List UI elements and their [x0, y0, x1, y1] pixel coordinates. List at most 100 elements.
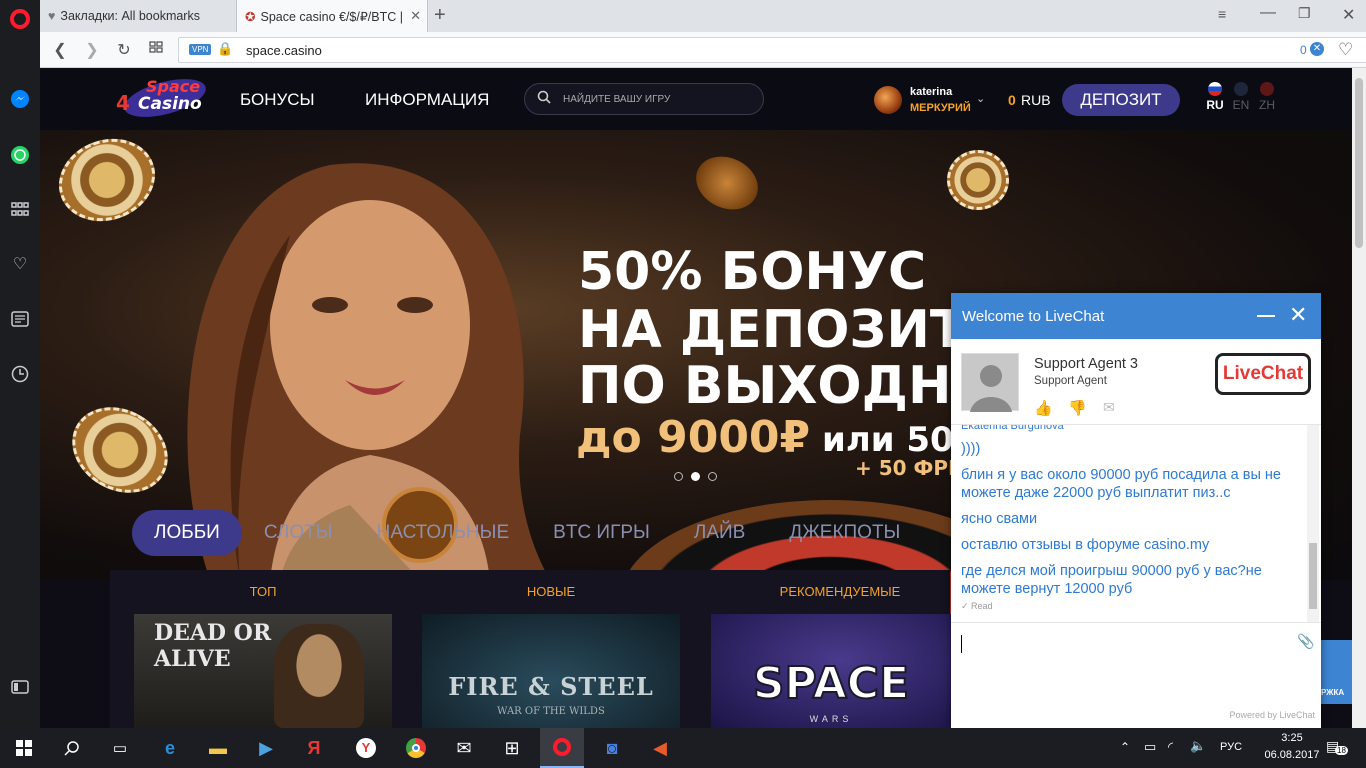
nav-bonuses[interactable]: БОНУСЫ: [240, 90, 315, 110]
cowboy-illustration: [274, 624, 364, 728]
powered-by-livechat[interactable]: Powered by LiveChat: [1229, 710, 1315, 720]
thumbs-down-icon[interactable]: 👎: [1068, 399, 1087, 417]
lang-zh[interactable]: ZH: [1258, 82, 1276, 112]
new-tab-button[interactable]: +: [434, 4, 446, 27]
wifi-icon[interactable]: ◜: [1168, 739, 1173, 755]
promo-line-3: ПО ВЫХОДНЫ: [578, 356, 1006, 416]
restore-window-button[interactable]: ❐: [1298, 5, 1311, 22]
heart-icon[interactable]: ♡: [0, 249, 40, 279]
task-view-icon[interactable]: ▭: [98, 728, 142, 768]
chat-message: ясно свами: [961, 511, 1038, 527]
clock-date[interactable]: 06.08.2017: [1262, 749, 1322, 761]
forward-button[interactable]: ❯: [82, 40, 102, 60]
chat-message: где делся мой проигрыш 90000 руб у вас?н…: [961, 563, 1262, 597]
game-title: SPACE: [752, 657, 910, 710]
whatsapp-icon[interactable]: [0, 140, 40, 170]
promo-line-2: НА ДЕПОЗИТ: [578, 300, 966, 360]
nav-information[interactable]: ИНФОРМАЦИЯ: [365, 90, 489, 110]
messenger-icon[interactable]: [0, 84, 40, 114]
file-explorer-icon[interactable]: ▬: [196, 728, 240, 768]
opera-logo-icon[interactable]: [0, 4, 40, 34]
chat-message-input[interactable]: 📎: [951, 623, 1321, 697]
chat-message: оставлю отзывы в форуме casino.my: [961, 537, 1210, 553]
volume-icon[interactable]: 🔈: [1190, 738, 1206, 754]
tab-slots[interactable]: СЛОТЫ: [264, 522, 333, 544]
audio-app-icon[interactable]: ◀: [638, 728, 682, 768]
email-transcript-icon[interactable]: ✉: [1103, 399, 1115, 416]
slider-dot-active[interactable]: [691, 472, 700, 481]
mail-icon[interactable]: ✉: [442, 728, 486, 768]
tab-space-casino[interactable]: ✪ Space casino €/$/₽/BTC | ✕: [236, 0, 428, 32]
tab-live[interactable]: ЛАЙВ: [694, 522, 745, 544]
lang-label: EN: [1232, 98, 1250, 112]
vpn-badge[interactable]: VPN: [189, 44, 212, 55]
back-button[interactable]: ❮: [50, 40, 70, 60]
game-tile-dead-or-alive[interactable]: DEAD OR ALIVE: [134, 614, 392, 728]
agent-role: Support Agent: [1034, 375, 1107, 387]
reload-button[interactable]: ↻: [114, 40, 134, 60]
ad-block-icon[interactable]: ✕: [1310, 42, 1324, 56]
read-status: ✓ Read: [961, 601, 993, 611]
user-avatar[interactable]: [874, 86, 902, 114]
tab-jackpots[interactable]: ДЖЕКПОТЫ: [789, 522, 900, 544]
speed-dial-button[interactable]: [146, 40, 166, 58]
tab-menu-icon[interactable]: ≡: [1218, 6, 1226, 22]
chevron-up-icon[interactable]: ⌃: [1120, 740, 1130, 754]
history-icon[interactable]: [0, 359, 40, 389]
sidebar-toggle-icon[interactable]: [0, 672, 40, 702]
app-icon[interactable]: ◙: [590, 728, 634, 768]
scrollbar-thumb[interactable]: [1355, 78, 1363, 248]
chat-scrollbar-thumb[interactable]: [1309, 543, 1317, 609]
promo-line-1: 50% БОНУС: [578, 242, 927, 302]
game-tile-space-wars[interactable]: SPACE WARS: [711, 614, 969, 728]
keyboard-language[interactable]: РУС: [1220, 741, 1242, 753]
media-player-icon[interactable]: ▶: [244, 728, 288, 768]
chat-messages[interactable]: Ekaterina Burgunova )))) блин я у вас ок…: [951, 425, 1321, 623]
bookmark-heart-icon[interactable]: ♡: [1338, 40, 1353, 60]
deposit-button[interactable]: ДЕПОЗИТ: [1062, 84, 1180, 116]
clock-time[interactable]: 3:25: [1262, 732, 1322, 744]
tab-btc-games[interactable]: BTC ИГРЫ: [553, 522, 650, 544]
attachment-icon[interactable]: 📎: [1297, 633, 1314, 650]
game-search-input[interactable]: НАЙДИТЕ ВАШУ ИГРУ: [524, 83, 764, 115]
chat-scrollbar[interactable]: [1307, 425, 1319, 622]
site-logo[interactable]: 4 Space Casino: [110, 74, 210, 124]
game-subtitle: WARS: [809, 714, 853, 724]
minimize-window-button[interactable]: —: [1260, 4, 1276, 22]
lang-en[interactable]: EN: [1232, 82, 1250, 112]
page-scrollbar[interactable]: [1352, 68, 1366, 728]
tab-bookmarks[interactable]: ♥ Закладки: All bookmarks: [40, 0, 236, 32]
games-section: ТОП DEAD OR ALIVE НОВЫЕ FIRE & STEEL WAR…: [110, 570, 969, 728]
search-icon[interactable]: [50, 728, 94, 768]
store-icon[interactable]: ⊞: [490, 728, 534, 768]
close-tab-icon[interactable]: ✕: [410, 8, 421, 24]
tab-bar: ♥ Закладки: All bookmarks ✪ Space casino…: [40, 0, 1366, 32]
start-button[interactable]: [2, 728, 46, 768]
thumbs-up-icon[interactable]: 👍: [1034, 399, 1053, 417]
address-bar: ❮ ❯ ↻ VPN 🔒 space.casino 0 ✕ ♡: [40, 32, 1366, 68]
opera-taskbar-icon[interactable]: [540, 728, 584, 768]
close-window-button[interactable]: ✕: [1342, 5, 1355, 25]
speed-dial-icon[interactable]: [0, 194, 40, 224]
url-field[interactable]: VPN 🔒 space.casino 0 ✕: [178, 37, 1366, 63]
game-tile-fire-and-steel[interactable]: FIRE & STEEL WAR OF THE WILDS: [422, 614, 680, 728]
lang-ru[interactable]: RU: [1206, 82, 1224, 112]
yandex-browser-icon[interactable]: Y: [344, 728, 388, 768]
close-chat-button[interactable]: ✕: [1289, 303, 1307, 327]
chevron-down-icon[interactable]: ⌄: [976, 92, 985, 105]
tab-lobby[interactable]: ЛОББИ: [132, 510, 242, 556]
username[interactable]: katerina: [910, 86, 952, 98]
slider-dot[interactable]: [708, 472, 717, 481]
notification-center-icon[interactable]: ▤ 18: [1326, 738, 1348, 755]
minimize-chat-button[interactable]: [1257, 315, 1275, 317]
battery-icon[interactable]: ▭: [1144, 739, 1156, 755]
tab-table-games[interactable]: НАСТОЛЬНЫЕ: [377, 522, 510, 544]
news-icon[interactable]: [0, 304, 40, 334]
en-flag-icon: [1234, 82, 1248, 96]
site-favicon-icon: ✪: [245, 9, 256, 24]
yandex-icon[interactable]: Я: [292, 728, 336, 768]
edge-icon[interactable]: e: [148, 728, 192, 768]
slider-dot[interactable]: [674, 472, 683, 481]
chrome-icon[interactable]: [394, 728, 438, 768]
ad-block-count[interactable]: 0: [1300, 43, 1307, 57]
